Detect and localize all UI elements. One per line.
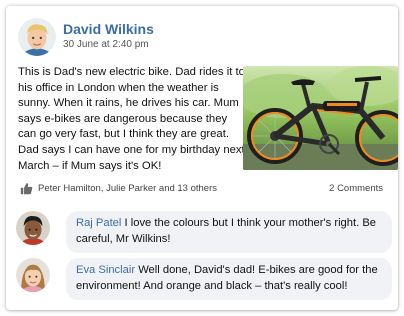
commenter-name[interactable]: Eva Sinclair <box>76 264 135 276</box>
comment-text: I love the colours but I think your moth… <box>76 217 377 245</box>
post-timestamp[interactable]: 30 June at 2:40 pm <box>63 39 149 50</box>
thumbs-up-icon[interactable] <box>20 182 33 195</box>
comments-count[interactable]: 2 Comments <box>329 183 383 194</box>
likes-summary[interactable]: Peter Hamilton, Julie Parker and 13 othe… <box>38 183 217 194</box>
author-avatar[interactable] <box>18 18 56 56</box>
commenter-avatar[interactable] <box>16 211 50 245</box>
post-stats: Peter Hamilton, Julie Parker and 13 othe… <box>18 181 390 197</box>
bike-image <box>243 66 398 170</box>
boy-avatar-icon <box>18 18 56 56</box>
electric-bike-photo[interactable] <box>243 66 398 170</box>
commenter-name[interactable]: Raj Patel <box>76 217 121 229</box>
post-text: This is Dad's new electric bike. Dad rid… <box>18 66 245 172</box>
girl-avatar-icon <box>16 258 50 292</box>
post-card: David Wilkins 30 June at 2:40 pm This is… <box>6 6 398 310</box>
author-name[interactable]: David Wilkins <box>63 21 154 37</box>
comment-bubble: Raj Patel I love the colours but I think… <box>66 211 392 253</box>
commenter-avatar[interactable] <box>16 258 50 292</box>
comment-bubble: Eva Sinclair Well done, David's dad! E-b… <box>66 258 392 300</box>
boy-dark-hair-avatar-icon <box>16 211 50 245</box>
